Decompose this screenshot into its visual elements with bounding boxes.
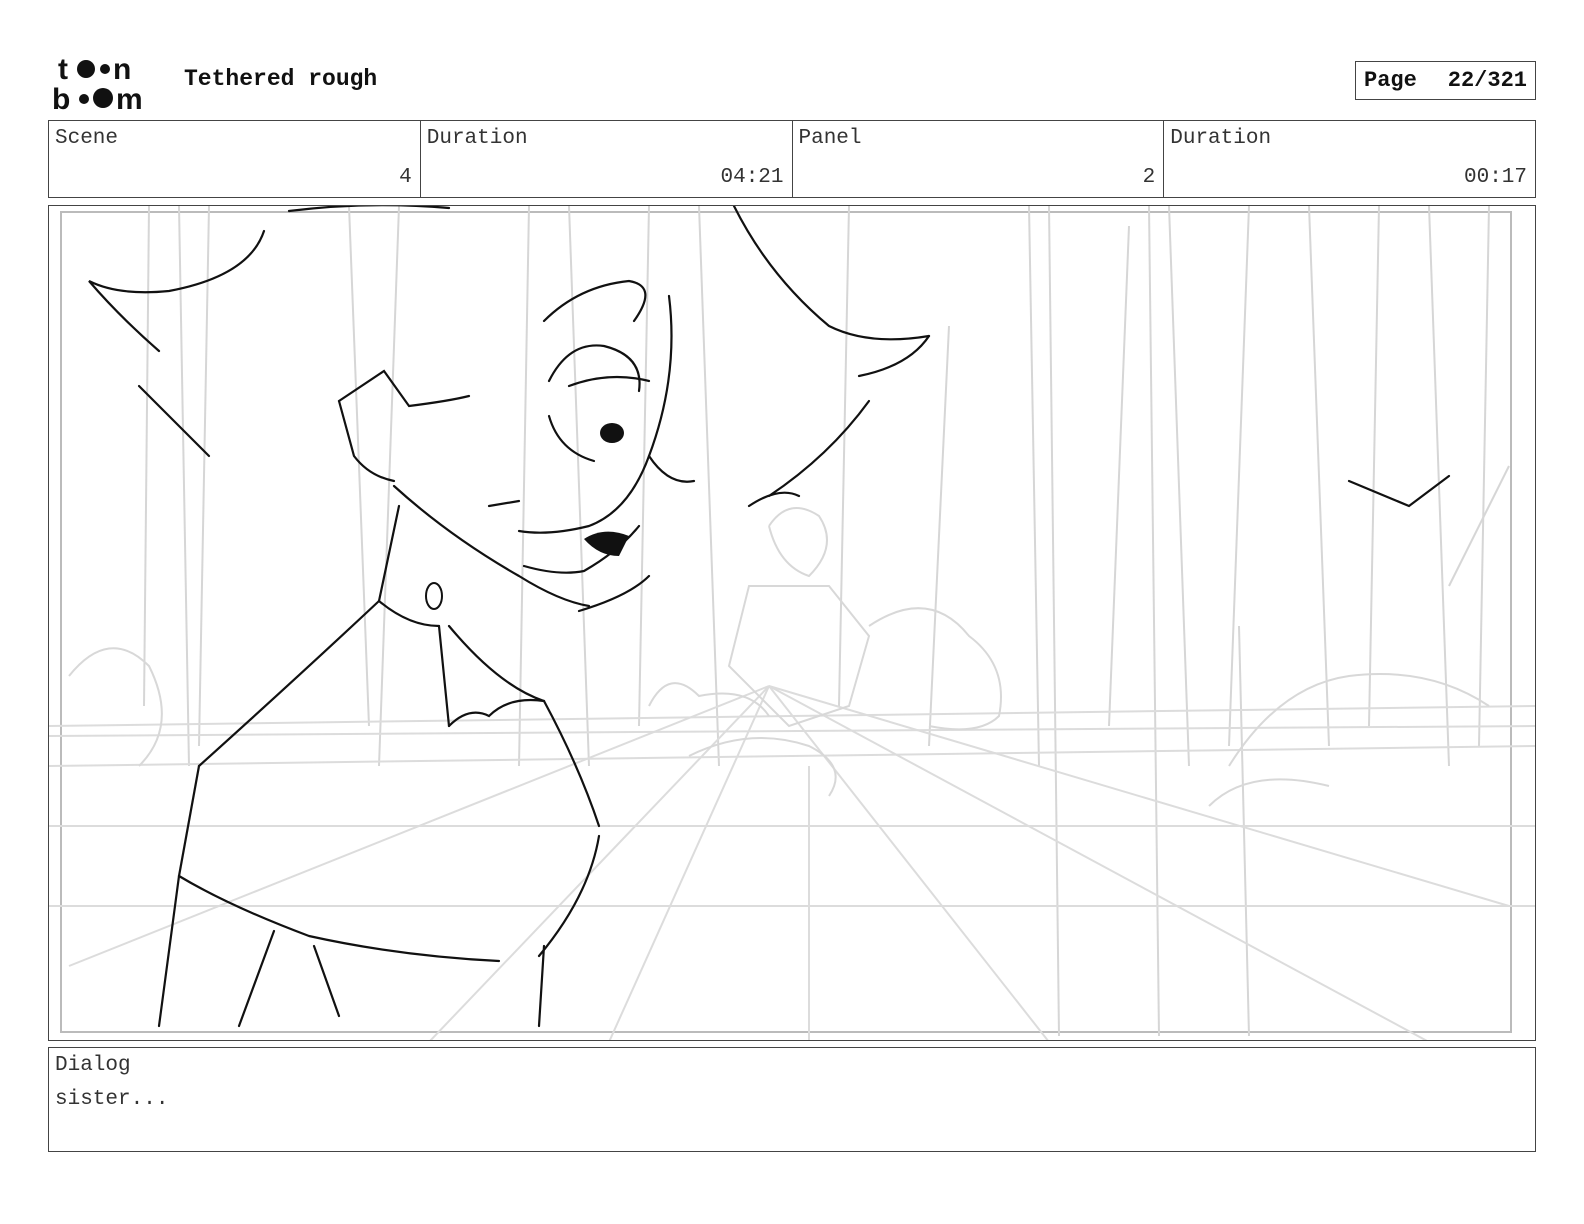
scene-duration-value: 04:21 [720, 166, 784, 189]
eye-pupil [600, 423, 624, 443]
svg-text:n: n [113, 53, 131, 86]
scene-duration-cell: Duration 04:21 [421, 121, 793, 197]
mouth-fill [584, 531, 629, 556]
panel-label: Panel [798, 127, 862, 150]
scene-label: Scene [55, 127, 119, 150]
scene-info-row: Scene 4 Duration 04:21 Panel 2 Duration … [48, 120, 1536, 198]
panel-sketch [49, 206, 1535, 1040]
scene-value: 4 [399, 166, 412, 189]
svg-text:m: m [116, 83, 143, 112]
svg-text:b: b [52, 83, 70, 112]
dialog-text: sister... [55, 1088, 169, 1111]
panel-value: 2 [1142, 166, 1156, 189]
page-label: Page [1364, 68, 1417, 93]
panel-cell: Panel 2 [793, 121, 1165, 197]
dialog-label: Dialog [55, 1054, 131, 1077]
page-value: 22/321 [1447, 68, 1527, 93]
panel-duration-cell: Duration 00:17 [1164, 121, 1535, 197]
svg-text:t: t [58, 53, 68, 86]
panel-duration-value: 00:17 [1463, 166, 1527, 189]
storyboard-panel [48, 205, 1536, 1041]
scene-duration-label: Duration [426, 127, 528, 150]
toon-boom-logo: t n b m [52, 53, 143, 112]
page-indicator: Page 22/321 [1355, 61, 1536, 100]
dialog-box: Dialog sister... [48, 1047, 1536, 1152]
scene-cell: Scene 4 [49, 121, 421, 197]
project-title: Tethered rough [184, 66, 378, 92]
panel-duration-label: Duration [1170, 127, 1272, 150]
